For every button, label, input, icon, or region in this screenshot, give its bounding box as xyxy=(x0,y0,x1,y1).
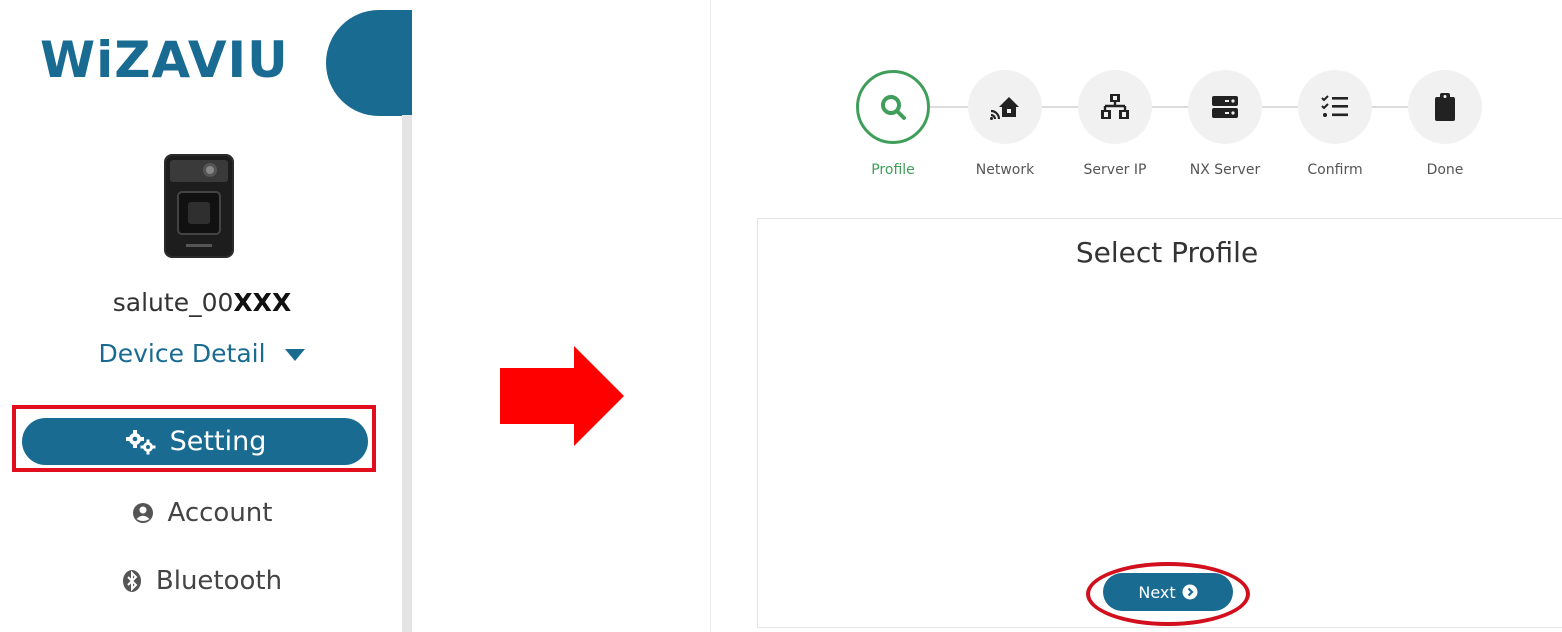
device-name: salute_00XXX xyxy=(112,288,292,317)
step-server-ip[interactable]: Server IP xyxy=(1070,70,1160,178)
device-detail-label: Device Detail xyxy=(98,339,266,368)
clipboard-icon xyxy=(1435,93,1455,121)
bluetooth-icon xyxy=(122,570,141,592)
step-confirm[interactable]: Confirm xyxy=(1290,70,1380,178)
arrow-right-icon xyxy=(500,346,624,446)
step-label: Confirm xyxy=(1307,162,1363,178)
step-label: NX Server xyxy=(1189,162,1261,178)
sidebar: WiZAVIU salute_00XXX Device Detail Setti… xyxy=(0,0,472,632)
step-done[interactable]: Done xyxy=(1400,70,1490,178)
step-label: Profile xyxy=(871,162,915,178)
checklist-icon xyxy=(1321,95,1348,117)
caret-down-icon xyxy=(284,349,305,361)
setting-label: Setting xyxy=(169,426,267,457)
step-label: Network xyxy=(975,162,1035,178)
step-label: Done xyxy=(1426,162,1464,178)
step-nx-server[interactable]: NX Server xyxy=(1180,70,1270,178)
network-house-icon xyxy=(990,97,1019,120)
chevron-circle-right-icon xyxy=(1182,584,1198,600)
next-button[interactable]: Next xyxy=(1103,573,1233,611)
sitemap-icon xyxy=(1101,94,1129,119)
search-icon xyxy=(881,95,906,120)
sidebar-item-bluetooth[interactable]: Bluetooth xyxy=(0,566,404,596)
body-camera-image xyxy=(164,154,234,258)
gears-icon xyxy=(125,429,156,454)
device-detail-dropdown[interactable]: Device Detail xyxy=(0,336,404,372)
account-label: Account xyxy=(167,498,273,528)
panel-divider xyxy=(710,0,711,632)
user-circle-icon xyxy=(132,503,153,523)
next-label: Next xyxy=(1138,582,1176,602)
page-title: Select Profile xyxy=(1075,236,1259,269)
step-label: Server IP xyxy=(1083,162,1147,178)
sidebar-item-account[interactable]: Account xyxy=(0,498,404,528)
setting-button[interactable]: Setting xyxy=(22,418,368,465)
sidebar-divider xyxy=(402,115,412,632)
bluetooth-label: Bluetooth xyxy=(155,566,283,596)
brand-logo: WiZAVIU xyxy=(40,31,289,89)
server-icon xyxy=(1212,96,1238,118)
step-profile[interactable]: Profile xyxy=(848,70,938,178)
step-network[interactable]: Network xyxy=(960,70,1050,178)
